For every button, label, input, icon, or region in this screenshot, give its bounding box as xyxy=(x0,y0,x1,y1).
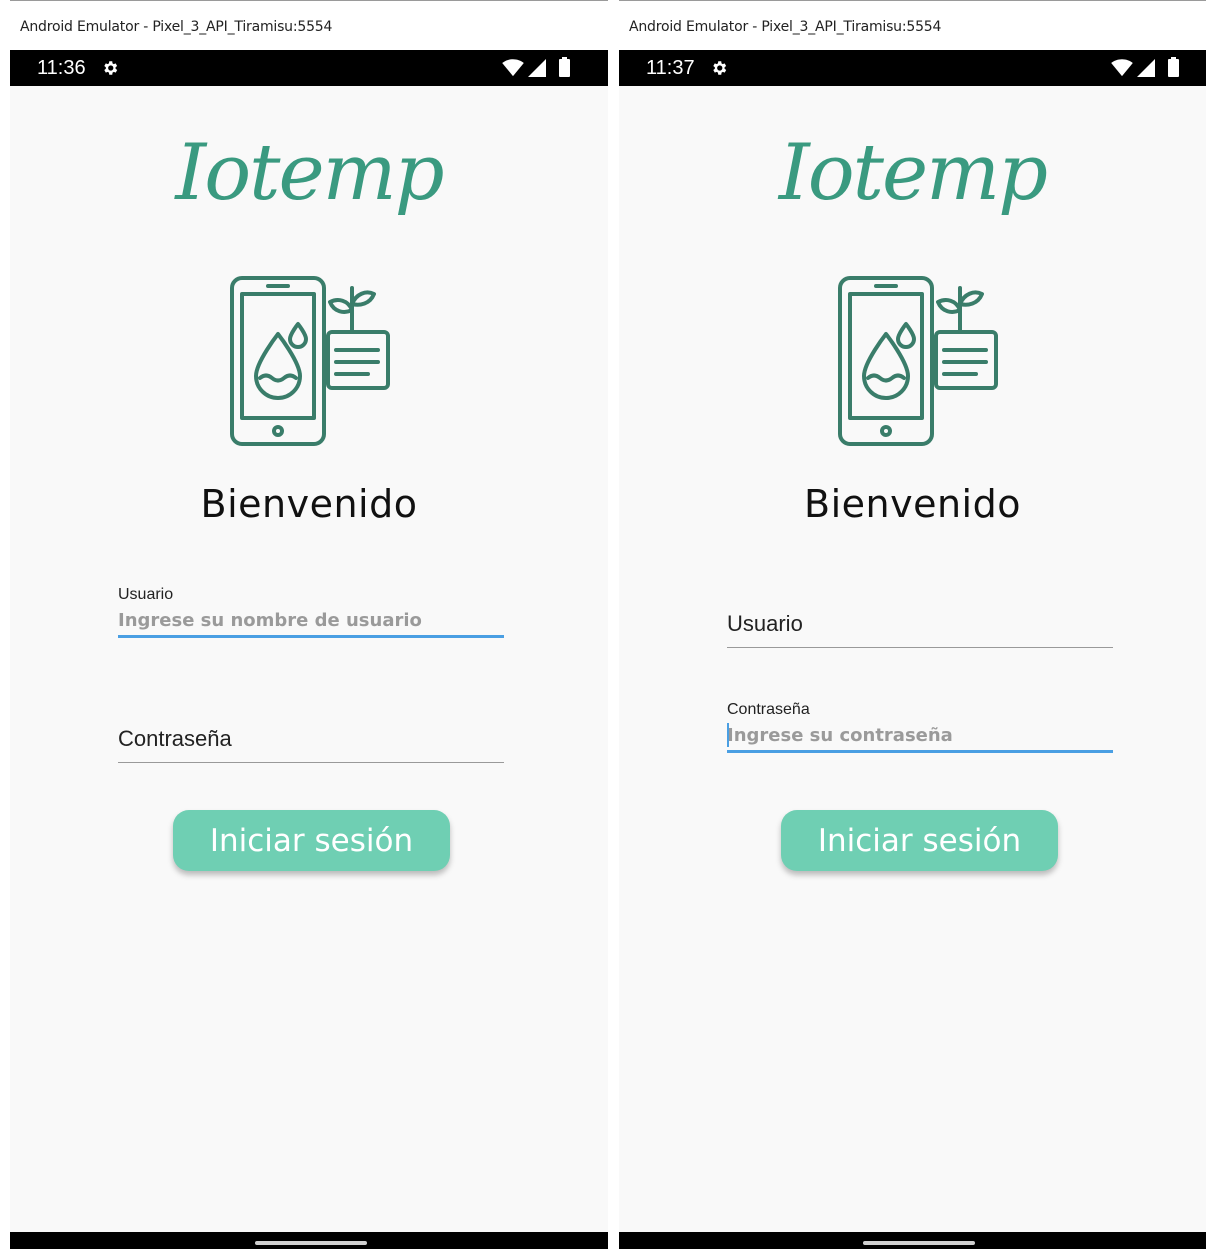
status-time: 11:37 xyxy=(646,57,695,79)
phone-screen: 11:37 Iotemp Bienvenido Usuario Contrase… xyxy=(619,50,1206,1249)
phone-water-plant-icon xyxy=(838,276,998,446)
status-bar: 11:36 xyxy=(10,50,608,86)
window-title: Android Emulator - Pixel_3_API_Tiramisu:… xyxy=(629,19,942,35)
username-field[interactable]: Usuario xyxy=(727,610,1113,648)
window-title-bar[interactable]: Android Emulator - Pixel_3_API_Tiramisu:… xyxy=(619,0,1206,50)
window-title: Android Emulator - Pixel_3_API_Tiramisu:… xyxy=(20,19,333,35)
password-field[interactable]: Contraseña xyxy=(118,725,504,763)
home-handle[interactable] xyxy=(863,1241,975,1245)
status-bar: 11:37 xyxy=(619,50,1206,86)
emulator-window-right: Android Emulator - Pixel_3_API_Tiramisu:… xyxy=(619,0,1206,1249)
password-underline xyxy=(727,750,1113,753)
signal-icon xyxy=(1137,59,1155,77)
welcome-heading: Bienvenido xyxy=(804,482,1021,526)
password-label: Contraseña xyxy=(727,701,810,718)
login-button[interactable]: Iniciar sesión xyxy=(781,810,1058,871)
username-input[interactable] xyxy=(118,605,504,635)
battery-icon xyxy=(559,57,570,77)
gear-icon xyxy=(104,61,118,75)
password-field[interactable]: Contraseña xyxy=(727,700,1113,753)
battery-icon xyxy=(1168,57,1179,77)
navigation-bar xyxy=(619,1232,1206,1249)
gear-icon xyxy=(713,61,727,75)
password-input[interactable] xyxy=(727,720,1113,750)
window-title-bar[interactable]: Android Emulator - Pixel_3_API_Tiramisu:… xyxy=(10,0,608,50)
wifi-icon xyxy=(502,59,524,77)
wifi-icon xyxy=(1111,59,1133,77)
password-label: Contraseña xyxy=(118,726,232,751)
phone-screen: 11:36 Iotemp Bienvenido Usuario Ingrese … xyxy=(10,50,608,1249)
home-handle[interactable] xyxy=(255,1241,367,1245)
username-label: Usuario xyxy=(118,586,174,603)
status-time: 11:36 xyxy=(37,57,86,79)
app-logo: Iotemp xyxy=(778,128,1048,218)
navigation-bar xyxy=(10,1232,608,1249)
username-label: Usuario xyxy=(727,611,803,636)
phone-water-plant-icon xyxy=(230,276,390,446)
username-field[interactable]: Usuario xyxy=(118,585,504,638)
emulator-window-left: Android Emulator - Pixel_3_API_Tiramisu:… xyxy=(10,0,608,1249)
login-button[interactable]: Iniciar sesión xyxy=(173,810,450,871)
signal-icon xyxy=(528,59,546,77)
username-underline xyxy=(727,647,1113,648)
welcome-heading: Bienvenido xyxy=(200,482,418,526)
text-cursor xyxy=(727,723,729,747)
username-underline xyxy=(118,635,504,638)
app-logo: Iotemp xyxy=(175,128,444,218)
password-underline xyxy=(118,762,504,763)
